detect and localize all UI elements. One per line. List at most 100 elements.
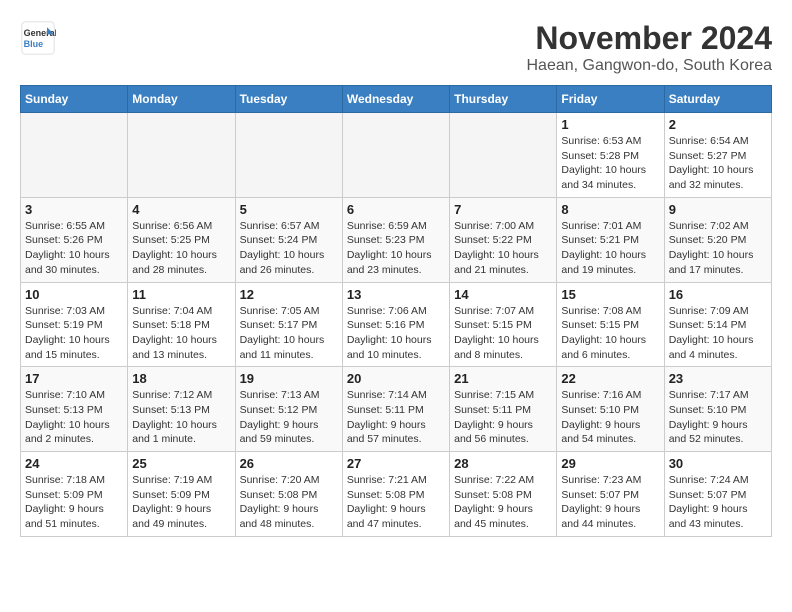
calendar-week-4: 17 Sunrise: 7:10 AM Sunset: 5:13 PM Dayli…	[21, 367, 772, 452]
day-info: Sunrise: 7:10 AM Sunset: 5:13 PM Dayligh…	[25, 388, 123, 447]
day-info: Sunrise: 6:53 AM Sunset: 5:28 PM Dayligh…	[561, 134, 659, 193]
day-info: Sunrise: 7:08 AM Sunset: 5:15 PM Dayligh…	[561, 304, 659, 363]
day-number: 5	[240, 202, 338, 217]
calendar-cell: 8 Sunrise: 7:01 AM Sunset: 5:21 PM Daylig…	[557, 197, 664, 282]
day-number: 6	[347, 202, 445, 217]
calendar-cell	[342, 113, 449, 198]
day-info: Sunrise: 7:09 AM Sunset: 5:14 PM Dayligh…	[669, 304, 767, 363]
day-info: Sunrise: 7:16 AM Sunset: 5:10 PM Dayligh…	[561, 388, 659, 447]
day-number: 21	[454, 371, 552, 386]
day-number: 16	[669, 287, 767, 302]
day-number: 10	[25, 287, 123, 302]
day-number: 20	[347, 371, 445, 386]
day-number: 15	[561, 287, 659, 302]
weekday-header-sunday: Sunday	[21, 86, 128, 113]
day-info: Sunrise: 7:19 AM Sunset: 5:09 PM Dayligh…	[132, 473, 230, 532]
day-number: 12	[240, 287, 338, 302]
calendar-cell: 3Sunrise: 6:55 AM Sunset: 5:26 PM Daylig…	[21, 197, 128, 282]
day-info: Sunrise: 7:13 AM Sunset: 5:12 PM Dayligh…	[240, 388, 338, 447]
calendar-body: 1 Sunrise: 6:53 AM Sunset: 5:28 PM Daylig…	[21, 113, 772, 537]
calendar-cell: 23 Sunrise: 7:17 AM Sunset: 5:10 PM Dayli…	[664, 367, 771, 452]
day-info: Sunrise: 7:23 AM Sunset: 5:07 PM Dayligh…	[561, 473, 659, 532]
calendar-cell: 7Sunrise: 7:00 AM Sunset: 5:22 PM Daylig…	[450, 197, 557, 282]
calendar-cell: 4 Sunrise: 6:56 AM Sunset: 5:25 PM Daylig…	[128, 197, 235, 282]
location-title: Haean, Gangwon-do, South Korea	[527, 57, 773, 75]
calendar-cell	[235, 113, 342, 198]
calendar-cell: 20 Sunrise: 7:14 AM Sunset: 5:11 PM Dayli…	[342, 367, 449, 452]
day-number: 25	[132, 456, 230, 471]
calendar-cell: 16 Sunrise: 7:09 AM Sunset: 5:14 PM Dayli…	[664, 282, 771, 367]
page-header: General Blue November 2024 Haean, Gangwo…	[20, 20, 772, 75]
calendar-cell: 10 Sunrise: 7:03 AM Sunset: 5:19 PM Dayli…	[21, 282, 128, 367]
svg-text:Blue: Blue	[24, 39, 44, 49]
weekday-header-friday: Friday	[557, 86, 664, 113]
calendar-cell	[21, 113, 128, 198]
calendar-cell: 17 Sunrise: 7:10 AM Sunset: 5:13 PM Dayli…	[21, 367, 128, 452]
logo-icon: General Blue	[20, 20, 56, 56]
weekday-header-tuesday: Tuesday	[235, 86, 342, 113]
day-info: Sunrise: 7:12 AM Sunset: 5:13 PM Dayligh…	[132, 388, 230, 447]
day-number: 27	[347, 456, 445, 471]
day-info: Sunrise: 6:56 AM Sunset: 5:25 PM Dayligh…	[132, 219, 230, 278]
day-number: 22	[561, 371, 659, 386]
day-info: Sunrise: 7:01 AM Sunset: 5:21 PM Dayligh…	[561, 219, 659, 278]
weekday-header-monday: Monday	[128, 86, 235, 113]
calendar-cell: 26Sunrise: 7:20 AM Sunset: 5:08 PM Dayli…	[235, 452, 342, 537]
day-number: 7	[454, 202, 552, 217]
day-number: 1	[561, 117, 659, 132]
calendar-cell: 28 Sunrise: 7:22 AM Sunset: 5:08 PM Dayli…	[450, 452, 557, 537]
weekday-header-thursday: Thursday	[450, 86, 557, 113]
day-info: Sunrise: 7:20 AM Sunset: 5:08 PM Dayligh…	[240, 473, 338, 532]
calendar-cell	[450, 113, 557, 198]
day-number: 17	[25, 371, 123, 386]
calendar-cell: 2Sunrise: 6:54 AM Sunset: 5:27 PM Daylig…	[664, 113, 771, 198]
day-number: 9	[669, 202, 767, 217]
day-number: 14	[454, 287, 552, 302]
day-info: Sunrise: 7:18 AM Sunset: 5:09 PM Dayligh…	[25, 473, 123, 532]
calendar-week-2: 3Sunrise: 6:55 AM Sunset: 5:26 PM Daylig…	[21, 197, 772, 282]
day-info: Sunrise: 7:05 AM Sunset: 5:17 PM Dayligh…	[240, 304, 338, 363]
day-info: Sunrise: 7:15 AM Sunset: 5:11 PM Dayligh…	[454, 388, 552, 447]
day-info: Sunrise: 7:03 AM Sunset: 5:19 PM Dayligh…	[25, 304, 123, 363]
calendar-cell: 22 Sunrise: 7:16 AM Sunset: 5:10 PM Dayli…	[557, 367, 664, 452]
calendar-table: SundayMondayTuesdayWednesdayThursdayFrid…	[20, 85, 772, 537]
calendar-cell: 5Sunrise: 6:57 AM Sunset: 5:24 PM Daylig…	[235, 197, 342, 282]
calendar-cell: 12 Sunrise: 7:05 AM Sunset: 5:17 PM Dayli…	[235, 282, 342, 367]
day-info: Sunrise: 7:22 AM Sunset: 5:08 PM Dayligh…	[454, 473, 552, 532]
day-info: Sunrise: 7:24 AM Sunset: 5:07 PM Dayligh…	[669, 473, 767, 532]
calendar-cell: 6Sunrise: 6:59 AM Sunset: 5:23 PM Daylig…	[342, 197, 449, 282]
day-number: 23	[669, 371, 767, 386]
calendar-week-3: 10 Sunrise: 7:03 AM Sunset: 5:19 PM Dayli…	[21, 282, 772, 367]
calendar-cell: 1 Sunrise: 6:53 AM Sunset: 5:28 PM Daylig…	[557, 113, 664, 198]
day-number: 4	[132, 202, 230, 217]
calendar-cell: 18 Sunrise: 7:12 AM Sunset: 5:13 PM Dayli…	[128, 367, 235, 452]
calendar-cell	[128, 113, 235, 198]
day-number: 8	[561, 202, 659, 217]
logo: General Blue	[20, 20, 56, 56]
calendar-cell: 29Sunrise: 7:23 AM Sunset: 5:07 PM Dayli…	[557, 452, 664, 537]
calendar-cell: 13 Sunrise: 7:06 AM Sunset: 5:16 PM Dayli…	[342, 282, 449, 367]
day-number: 11	[132, 287, 230, 302]
day-info: Sunrise: 7:06 AM Sunset: 5:16 PM Dayligh…	[347, 304, 445, 363]
day-number: 24	[25, 456, 123, 471]
calendar-cell: 9 Sunrise: 7:02 AM Sunset: 5:20 PM Daylig…	[664, 197, 771, 282]
title-area: November 2024 Haean, Gangwon-do, South K…	[527, 20, 773, 75]
weekday-header-saturday: Saturday	[664, 86, 771, 113]
calendar-cell: 21 Sunrise: 7:15 AM Sunset: 5:11 PM Dayli…	[450, 367, 557, 452]
day-info: Sunrise: 7:21 AM Sunset: 5:08 PM Dayligh…	[347, 473, 445, 532]
calendar-week-1: 1 Sunrise: 6:53 AM Sunset: 5:28 PM Daylig…	[21, 113, 772, 198]
weekday-header-row: SundayMondayTuesdayWednesdayThursdayFrid…	[21, 86, 772, 113]
day-number: 2	[669, 117, 767, 132]
calendar-week-5: 24 Sunrise: 7:18 AM Sunset: 5:09 PM Dayli…	[21, 452, 772, 537]
day-number: 28	[454, 456, 552, 471]
calendar-cell: 19 Sunrise: 7:13 AM Sunset: 5:12 PM Dayli…	[235, 367, 342, 452]
day-number: 18	[132, 371, 230, 386]
day-info: Sunrise: 7:14 AM Sunset: 5:11 PM Dayligh…	[347, 388, 445, 447]
day-info: Sunrise: 7:17 AM Sunset: 5:10 PM Dayligh…	[669, 388, 767, 447]
calendar-cell: 30Sunrise: 7:24 AM Sunset: 5:07 PM Dayli…	[664, 452, 771, 537]
calendar-cell: 25 Sunrise: 7:19 AM Sunset: 5:09 PM Dayli…	[128, 452, 235, 537]
day-info: Sunrise: 7:02 AM Sunset: 5:20 PM Dayligh…	[669, 219, 767, 278]
day-info: Sunrise: 7:07 AM Sunset: 5:15 PM Dayligh…	[454, 304, 552, 363]
day-number: 19	[240, 371, 338, 386]
day-number: 13	[347, 287, 445, 302]
